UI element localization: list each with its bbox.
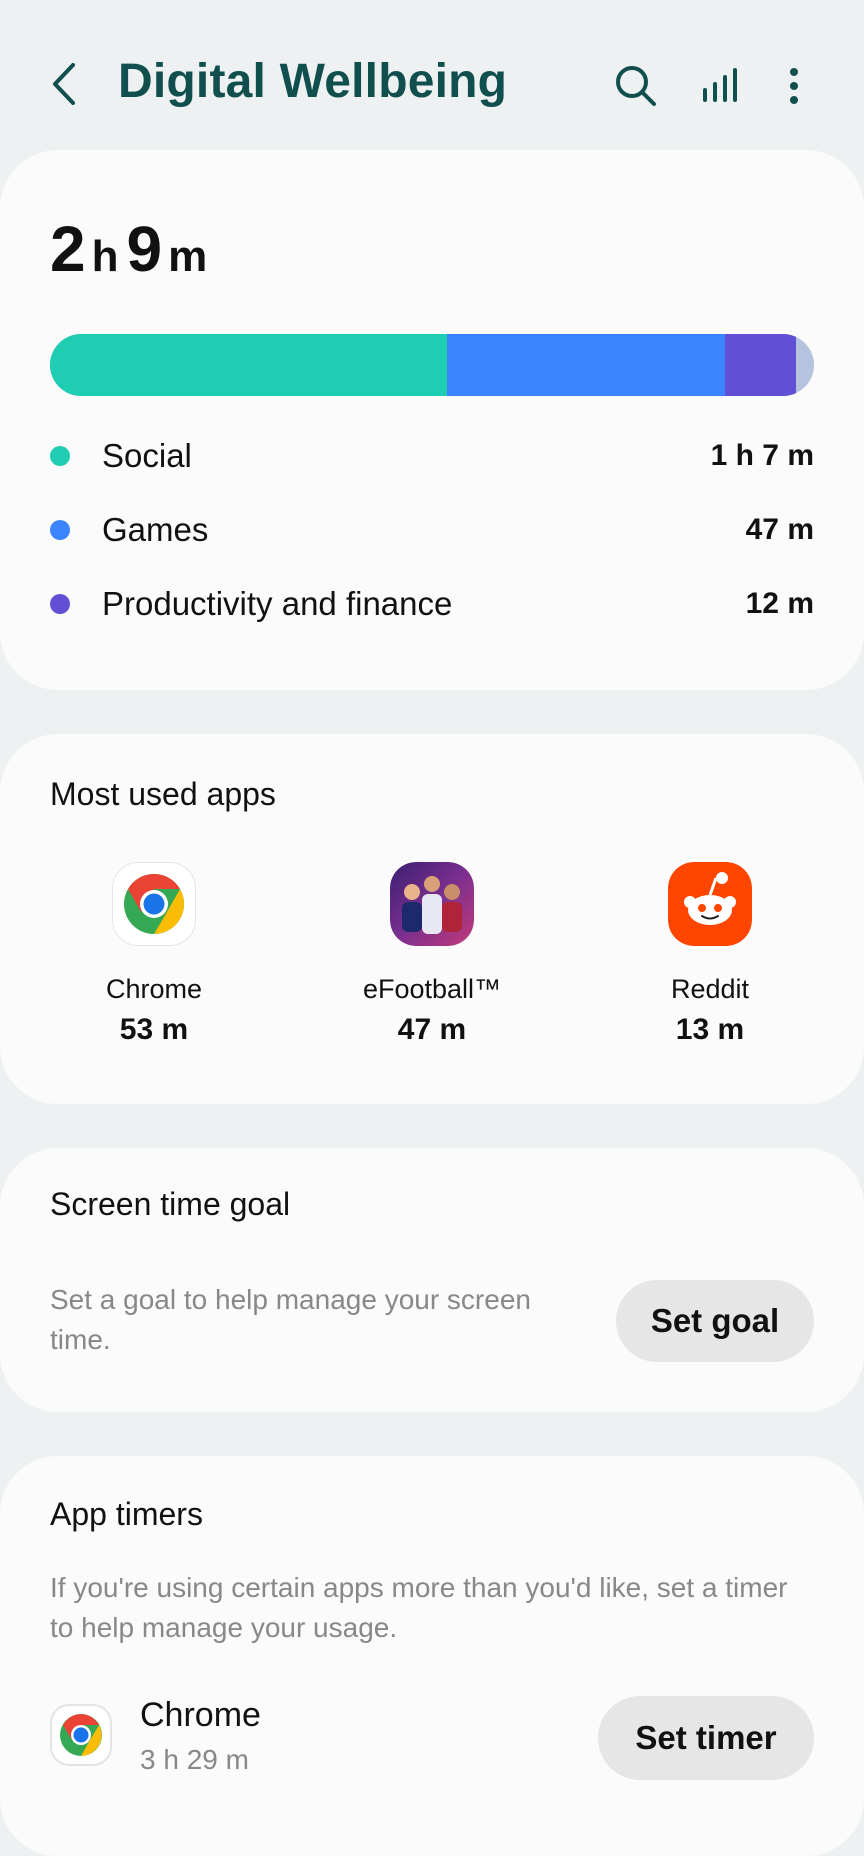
back-icon bbox=[53, 63, 75, 105]
app-bar: Digital Wellbeing bbox=[0, 0, 864, 150]
app-time: 47 m bbox=[397, 1013, 467, 1046]
category-label: Productivity and finance bbox=[102, 585, 453, 622]
app-timers-card: App timers If you're using certain apps … bbox=[0, 1456, 864, 1856]
app-name: Reddit bbox=[670, 974, 750, 1004]
stats-button[interactable] bbox=[692, 58, 748, 114]
minutes-unit: m bbox=[168, 232, 208, 281]
app-item-reddit[interactable]: Reddit 13 m bbox=[590, 862, 830, 1047]
reddit-icon bbox=[668, 862, 752, 946]
app-time: 53 m bbox=[119, 1013, 189, 1046]
category-time: 12 m bbox=[745, 587, 814, 620]
search-icon bbox=[616, 66, 656, 106]
chrome-icon bbox=[50, 1704, 112, 1766]
chrome-icon bbox=[112, 862, 196, 946]
efootball-icon bbox=[390, 862, 474, 946]
app-item-chrome[interactable]: Chrome 53 m bbox=[34, 862, 274, 1047]
category-time: 1 h 7 m bbox=[710, 439, 814, 472]
total-screen-time: 2h9m bbox=[50, 212, 215, 286]
app-name: Chrome bbox=[105, 974, 203, 1004]
goal-description: Set a goal to help manage your screen ti… bbox=[50, 1284, 531, 1355]
total-hours: 2 bbox=[50, 213, 86, 285]
set-timer-button[interactable]: Set timer bbox=[598, 1696, 814, 1780]
most-used-apps-card: Most used apps Chrome 53 m eFootball™ 47… bbox=[0, 734, 864, 1104]
screen-time-goal-card: Screen time goal Set a goal to help mana… bbox=[0, 1148, 864, 1412]
usage-bar-segment-games bbox=[446, 334, 726, 396]
category-time: 47 m bbox=[745, 513, 814, 546]
category-row-productivity: Productivity and finance 12 m bbox=[50, 584, 814, 624]
app-timers-title: App timers bbox=[50, 1496, 203, 1532]
goal-title: Screen time goal bbox=[50, 1186, 291, 1222]
chart-icon bbox=[703, 68, 737, 102]
category-label: Social bbox=[102, 437, 192, 474]
timer-app-usage: 3 h 29 m bbox=[140, 1744, 249, 1775]
app-time: 13 m bbox=[675, 1013, 745, 1046]
usage-bar-segment-social bbox=[50, 334, 447, 396]
back-button[interactable] bbox=[40, 56, 88, 112]
category-row-social: Social 1 h 7 m bbox=[50, 436, 814, 476]
games-dot bbox=[50, 520, 70, 540]
app-item-efootball[interactable]: eFootball™ 47 m bbox=[312, 862, 552, 1047]
hours-unit: h bbox=[91, 232, 119, 281]
search-button[interactable] bbox=[608, 58, 664, 114]
usage-bar bbox=[50, 334, 814, 396]
timer-app-name: Chrome bbox=[140, 1696, 261, 1734]
page-title: Digital Wellbeing bbox=[118, 55, 508, 108]
more-vert-icon bbox=[790, 68, 798, 104]
most-used-title: Most used apps bbox=[50, 776, 276, 812]
total-minutes: 9 bbox=[126, 213, 163, 285]
social-dot bbox=[50, 446, 70, 466]
set-goal-button[interactable]: Set goal bbox=[616, 1280, 814, 1362]
productivity-dot bbox=[50, 594, 70, 614]
usage-card[interactable]: 2h9m Social 1 h 7 m Games 47 m Productiv… bbox=[0, 150, 864, 690]
category-label: Games bbox=[102, 511, 209, 548]
category-row-games: Games 47 m bbox=[50, 510, 814, 550]
more-options-button[interactable] bbox=[766, 58, 822, 114]
app-name: eFootball™ bbox=[362, 974, 502, 1004]
app-timers-description: If you're using certain apps more than y… bbox=[50, 1572, 788, 1643]
usage-bar-segment-productivity bbox=[725, 334, 797, 396]
